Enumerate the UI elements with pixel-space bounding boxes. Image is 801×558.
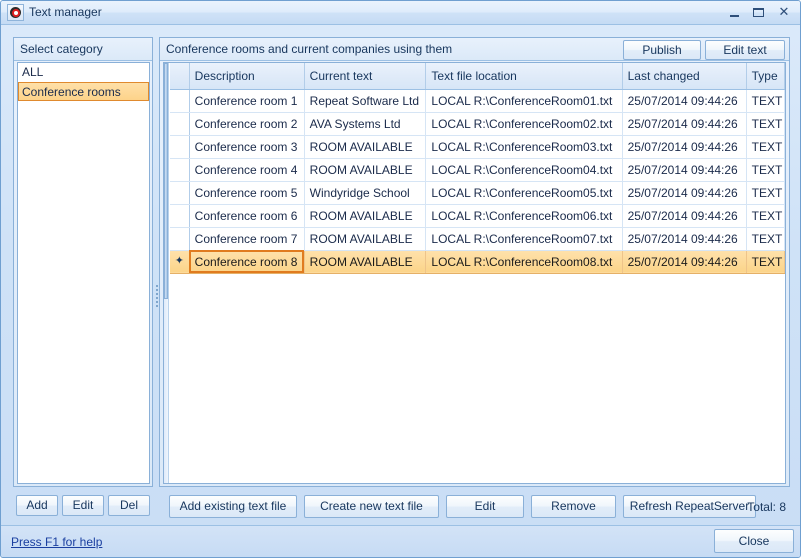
cell-last-changed[interactable]: 25/07/2014 09:44:26: [622, 112, 747, 136]
help-link[interactable]: Press F1 for help: [11, 535, 102, 549]
grid-col-current-text[interactable]: Current text: [304, 63, 427, 90]
grid-indicator-header: [170, 63, 190, 90]
row-indicator: [170, 135, 190, 159]
rooms-panel-header: Conference rooms and current companies u…: [160, 38, 789, 61]
grid-col-description[interactable]: Description: [189, 63, 305, 90]
cell-description[interactable]: Conference room 2: [189, 112, 305, 136]
close-button[interactable]: Close: [714, 529, 794, 553]
cell-last-changed[interactable]: 25/07/2014 09:44:26: [622, 250, 747, 274]
cell-type[interactable]: TEXT: [746, 204, 785, 228]
row-indicator: [170, 181, 190, 205]
cell-description[interactable]: Conference room 5: [189, 181, 305, 205]
cell-type[interactable]: TEXT: [746, 227, 785, 251]
cell-type[interactable]: TEXT: [746, 112, 785, 136]
category-button-bar: Add Edit Del: [13, 491, 153, 521]
table-row[interactable]: Conference room 2 AVA Systems Ltd LOCAL …: [170, 112, 785, 136]
category-list[interactable]: ALL Conference rooms: [17, 62, 150, 484]
current-row-arrow-icon: ✦: [174, 255, 184, 267]
close-icon[interactable]: ✕: [774, 4, 794, 21]
minimize-icon[interactable]: [724, 4, 744, 21]
delete-category-button[interactable]: Del: [108, 495, 150, 516]
cell-text-file-location[interactable]: LOCAL R:\ConferenceRoom02.txt: [425, 112, 623, 136]
rooms-panel: Conference rooms and current companies u…: [159, 37, 790, 487]
cell-text-file-location[interactable]: LOCAL R:\ConferenceRoom01.txt: [425, 89, 623, 113]
cell-current-text[interactable]: ROOM AVAILABLE: [304, 204, 427, 228]
cell-current-text[interactable]: ROOM AVAILABLE: [304, 135, 427, 159]
cell-current-text[interactable]: Repeat Software Ltd: [304, 89, 427, 113]
add-category-button[interactable]: Add: [16, 495, 58, 516]
cell-text-file-location[interactable]: LOCAL R:\ConferenceRoom06.txt: [425, 204, 623, 228]
cell-description[interactable]: Conference room 7: [189, 227, 305, 251]
rooms-grid[interactable]: Description Current text Text file locat…: [170, 63, 785, 274]
cell-current-text[interactable]: AVA Systems Ltd: [304, 112, 427, 136]
remove-text-file-button[interactable]: Remove: [531, 495, 616, 518]
table-row[interactable]: Conference room 5 Windyridge School LOCA…: [170, 181, 785, 205]
cell-type[interactable]: TEXT: [746, 181, 785, 205]
cell-last-changed[interactable]: 25/07/2014 09:44:26: [622, 158, 747, 182]
cell-current-text[interactable]: Windyridge School: [304, 181, 427, 205]
target-ring-icon: [7, 4, 24, 21]
category-panel-header: Select category: [14, 38, 152, 61]
text-manager-window: Text manager ✕ Select category ALL Confe…: [0, 0, 801, 558]
grid-col-last-changed[interactable]: Last changed: [622, 63, 747, 90]
table-row[interactable]: Conference room 7 ROOM AVAILABLE LOCAL R…: [170, 227, 785, 251]
grid-vertical-scrollbar[interactable]: [164, 63, 169, 483]
rooms-panel-title: Conference rooms and current companies u…: [166, 42, 453, 56]
cell-description[interactable]: Conference room 1: [189, 89, 305, 113]
cell-type[interactable]: TEXT: [746, 135, 785, 159]
row-indicator-current: ✦: [170, 250, 190, 274]
title-bar[interactable]: Text manager ✕: [1, 1, 800, 25]
grid-scrollbar-thumb[interactable]: [164, 63, 168, 299]
table-row[interactable]: Conference room 1 Repeat Software Ltd LO…: [170, 89, 785, 113]
refresh-repeatserver-button[interactable]: Refresh RepeatServer: [623, 495, 756, 518]
table-row[interactable]: Conference room 3 ROOM AVAILABLE LOCAL R…: [170, 135, 785, 159]
table-row[interactable]: Conference room 6 ROOM AVAILABLE LOCAL R…: [170, 204, 785, 228]
row-indicator: [170, 204, 190, 228]
cell-text-file-location[interactable]: LOCAL R:\ConferenceRoom08.txt: [425, 250, 623, 274]
cell-text-file-location[interactable]: LOCAL R:\ConferenceRoom04.txt: [425, 158, 623, 182]
cell-current-text[interactable]: ROOM AVAILABLE: [304, 158, 427, 182]
edit-text-button[interactable]: Edit text: [705, 40, 785, 60]
list-item-conference-rooms[interactable]: Conference rooms: [18, 82, 149, 101]
cell-last-changed[interactable]: 25/07/2014 09:44:26: [622, 89, 747, 113]
grid-col-type[interactable]: Type: [746, 63, 785, 90]
cell-last-changed[interactable]: 25/07/2014 09:44:26: [622, 204, 747, 228]
cell-description[interactable]: Conference room 3: [189, 135, 305, 159]
cell-description[interactable]: Conference room 8: [189, 250, 305, 274]
create-new-text-file-button[interactable]: Create new text file: [304, 495, 439, 518]
maximize-icon[interactable]: [748, 4, 768, 21]
rooms-grid-container: Description Current text Text file locat…: [163, 62, 786, 484]
list-item-all[interactable]: ALL: [18, 63, 149, 82]
rooms-button-bar: Add existing text file Create new text f…: [159, 491, 790, 521]
table-row[interactable]: ✦ Conference room 8 ROOM AVAILABLE LOCAL…: [170, 250, 785, 274]
cell-type[interactable]: TEXT: [746, 89, 785, 113]
cell-current-text[interactable]: ROOM AVAILABLE: [304, 250, 427, 274]
cell-last-changed[interactable]: 25/07/2014 09:44:26: [622, 227, 747, 251]
add-existing-text-file-button[interactable]: Add existing text file: [169, 495, 297, 518]
cell-last-changed[interactable]: 25/07/2014 09:44:26: [622, 181, 747, 205]
cell-description[interactable]: Conference room 4: [189, 158, 305, 182]
row-indicator: [170, 89, 190, 113]
cell-text-file-location[interactable]: LOCAL R:\ConferenceRoom07.txt: [425, 227, 623, 251]
window-title: Text manager: [29, 5, 102, 19]
category-panel: Select category ALL Conference rooms: [13, 37, 153, 487]
row-indicator: [170, 112, 190, 136]
status-bar: Press F1 for help Close: [1, 525, 800, 557]
publish-button[interactable]: Publish: [623, 40, 701, 60]
edit-category-button[interactable]: Edit: [62, 495, 104, 516]
grid-header-row: Description Current text Text file locat…: [170, 63, 785, 90]
edit-text-file-button[interactable]: Edit: [446, 495, 524, 518]
cell-text-file-location[interactable]: LOCAL R:\ConferenceRoom05.txt: [425, 181, 623, 205]
cell-type[interactable]: TEXT: [746, 158, 785, 182]
cell-description[interactable]: Conference room 6: [189, 204, 305, 228]
row-indicator: [170, 227, 190, 251]
total-count-label: Total: 8: [747, 500, 786, 514]
cell-last-changed[interactable]: 25/07/2014 09:44:26: [622, 135, 747, 159]
grid-col-text-file-location[interactable]: Text file location: [425, 63, 623, 90]
cell-current-text[interactable]: ROOM AVAILABLE: [304, 227, 427, 251]
cell-text-file-location[interactable]: LOCAL R:\ConferenceRoom03.txt: [425, 135, 623, 159]
cell-type[interactable]: TEXT: [746, 250, 785, 274]
row-indicator: [170, 158, 190, 182]
table-row[interactable]: Conference room 4 ROOM AVAILABLE LOCAL R…: [170, 158, 785, 182]
